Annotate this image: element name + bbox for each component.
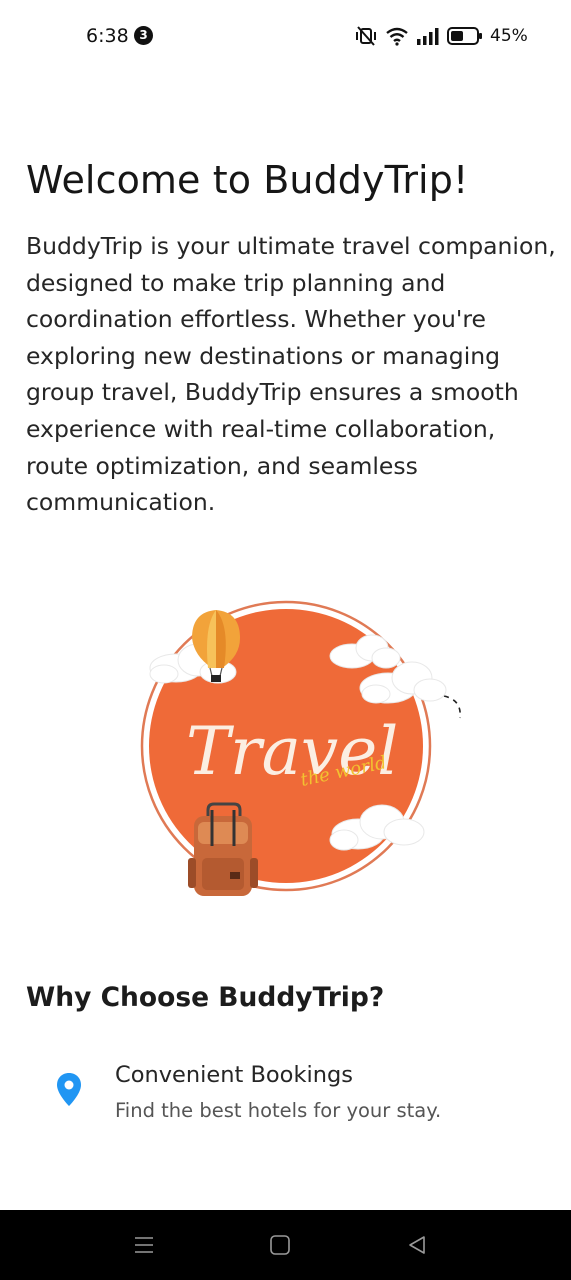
feature-description: Find the best hotels for your stay. <box>115 1099 442 1122</box>
intro-line: exploring new destinations or managing <box>26 341 501 370</box>
backpack-icon <box>188 802 258 896</box>
main-content[interactable]: Welcome to BuddyTrip! BuddyTrip is your … <box>0 0 571 1185</box>
nav-home-button[interactable] <box>250 1210 310 1280</box>
intro-line: route optimization, and seamless <box>26 451 418 480</box>
why-choose-heading: Why Choose BuddyTrip? <box>26 982 385 1013</box>
travel-logo-image: Travel the world <box>140 600 461 896</box>
dashed-swirl <box>443 695 461 719</box>
intro-line: group travel, BuddyTrip ensures a smooth <box>26 378 519 407</box>
feature-title: Convenient Bookings <box>115 1062 353 1088</box>
intro-paragraph: BuddyTrip is your ultimate travel compan… <box>26 228 556 521</box>
intro-line: coordination effortless. Whether you're <box>26 305 486 334</box>
page-title: Welcome to BuddyTrip! <box>26 158 469 202</box>
back-triangle-icon <box>409 1236 425 1254</box>
home-square-icon <box>270 1235 290 1255</box>
intro-line: designed to make trip planning and <box>26 268 446 297</box>
nav-back-button[interactable] <box>387 1210 447 1280</box>
menu-icon <box>135 1237 153 1253</box>
feature-item-bookings[interactable]: Convenient Bookings Find the best hotels… <box>0 1062 571 1142</box>
intro-line: communication. <box>26 488 216 517</box>
nav-menu-button[interactable] <box>114 1210 174 1280</box>
location-pin-icon <box>57 1073 81 1106</box>
system-nav-bar <box>0 1210 571 1280</box>
intro-line: BuddyTrip is your ultimate travel compan… <box>26 232 556 260</box>
intro-line: experience with real-time collaboration, <box>26 414 496 443</box>
logo-script-text: Travel <box>186 713 398 790</box>
